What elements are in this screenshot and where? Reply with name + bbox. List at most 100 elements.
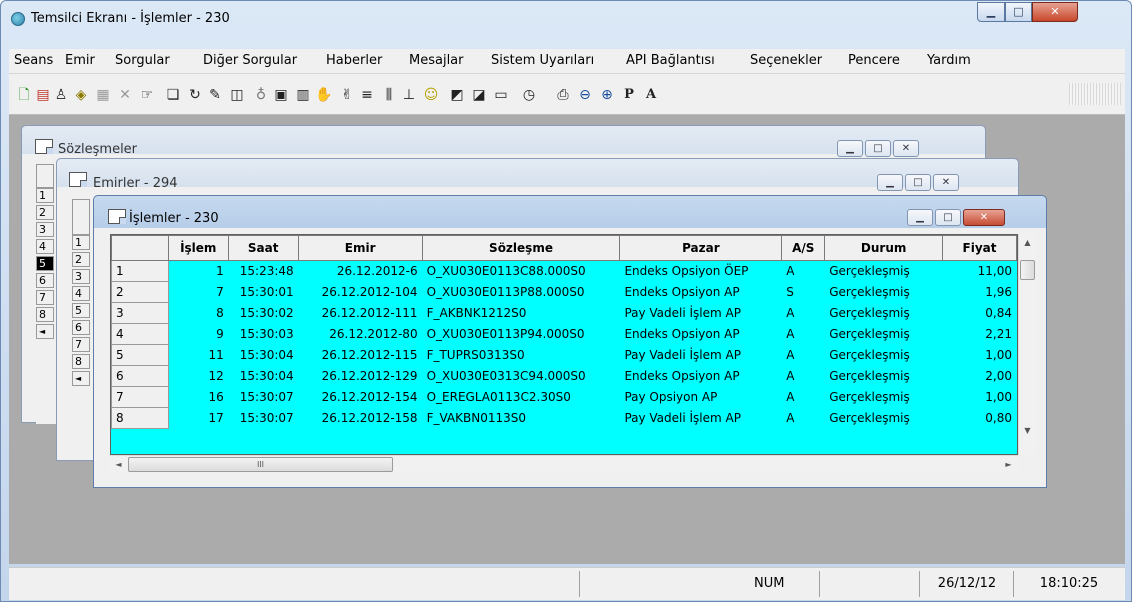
table-cell[interactable]: 15:30:01 — [228, 282, 298, 303]
table-cell[interactable]: 15:30:07 — [228, 408, 298, 429]
row-number[interactable]: 3 — [72, 269, 90, 284]
islemler-close-button[interactable]: ✕ — [963, 209, 1005, 226]
row-header[interactable]: 3 — [111, 302, 169, 324]
analysis-icon[interactable]: ◩ — [449, 87, 465, 103]
table-cell[interactable]: Gerçekleşmiş — [825, 345, 943, 366]
emirler-maximize-button[interactable]: □ — [905, 174, 931, 191]
rotate-icon[interactable]: ↻ — [187, 87, 203, 103]
minimize-button[interactable]: ▁ — [977, 2, 1005, 22]
islemler-maximize-button[interactable]: □ — [935, 209, 961, 226]
table-cell[interactable]: Pay Vadeli İşlem AP — [620, 408, 782, 429]
column-header[interactable]: A/S — [781, 235, 826, 261]
clock-icon[interactable]: ◷ — [521, 87, 537, 103]
a-icon[interactable]: A — [643, 87, 659, 103]
menu-mesajlar[interactable]: Mesajlar — [409, 53, 464, 68]
menu-emir[interactable]: Emir — [65, 53, 95, 68]
zoom-out-icon[interactable]: ⊖ — [577, 87, 593, 103]
table-cell[interactable]: Gerçekleşmiş — [825, 261, 943, 282]
columns-icon[interactable]: ⫼ — [381, 87, 397, 103]
table-cell[interactable]: F_TUPRS0313S0 — [422, 345, 620, 366]
close-button[interactable]: ✕ — [1032, 2, 1078, 22]
row-header[interactable]: 1 — [111, 260, 169, 282]
table-cell[interactable]: 0,84 — [943, 303, 1017, 324]
table-row[interactable]: 1 1 15:23:48 26.12.2012-6 O_XU030E0113C88.00… — [111, 260, 1017, 282]
table-cell[interactable]: F_VAKBN0113S0 — [422, 408, 620, 429]
bar-icon[interactable]: ⊥ — [401, 87, 417, 103]
table-cell[interactable]: 26.12.2012-6 — [298, 261, 422, 282]
sozlesmeler-close-button[interactable]: ✕ — [893, 140, 919, 157]
table-cell[interactable]: Endeks Opsiyon ÖEP — [620, 261, 782, 282]
table-cell[interactable]: A — [782, 387, 825, 408]
window-icon[interactable]: ❏ — [165, 87, 181, 103]
menu-seans[interactable]: Seans — [14, 53, 53, 68]
table-cell[interactable]: Pay Vadeli İşlem AP — [620, 345, 782, 366]
table-cell[interactable]: O_XU030E0113P94.000S0 — [422, 324, 620, 345]
table-cell[interactable]: 26.12.2012-154 — [298, 387, 422, 408]
vertical-scroll-thumb[interactable] — [1020, 260, 1035, 280]
menu-sistem-uyarilari[interactable]: Sistem Uyarıları — [491, 53, 594, 68]
column-header[interactable]: Fiyat — [942, 235, 1017, 261]
column-header[interactable]: Sözleşme — [421, 235, 621, 261]
table-row[interactable]: 2 7 15:30:01 26.12.2012-104 O_XU030E0113P88.… — [111, 281, 1017, 303]
smiley-icon[interactable]: ☺ — [423, 87, 439, 103]
table-cell[interactable]: Gerçekleşmiş — [825, 324, 943, 345]
table-cell[interactable]: O_EREGLA0113C2.30S0 — [422, 387, 620, 408]
table-cell[interactable]: Endeks Opsiyon AP — [620, 366, 782, 387]
menu-pencere[interactable]: Pencere — [848, 53, 900, 68]
row-number[interactable]: 7 — [72, 337, 90, 352]
row-number-selected[interactable]: 5 — [36, 256, 54, 271]
menu-secenekler[interactable]: Seçenekler — [750, 53, 822, 68]
table-row[interactable]: 6 12 15:30:04 26.12.2012-129 O_XU030E0313C94… — [111, 365, 1017, 387]
row-header[interactable]: 4 — [111, 323, 169, 345]
islemler-minimize-button[interactable]: ▁ — [907, 209, 933, 226]
table-cell[interactable]: 26.12.2012-115 — [298, 345, 422, 366]
scroll-right-arrow[interactable]: ► — [1000, 456, 1017, 473]
column-header[interactable]: İşlem — [167, 235, 229, 261]
table-cell[interactable]: 26.12.2012-158 — [298, 408, 422, 429]
table-cell[interactable]: F_AKBNK1212S0 — [422, 303, 620, 324]
table-row[interactable]: 7 16 15:30:07 26.12.2012-154 O_EREGLA0113C2.… — [111, 386, 1017, 408]
table-row[interactable]: 8 17 15:30:07 26.12.2012-158 F_VAKBN0113S0 Pa… — [111, 407, 1017, 429]
table-cell[interactable]: 0,80 — [943, 408, 1017, 429]
title-bar[interactable]: Temsilci Ekranı - İşlemler - 230 ▁ □ ✕ — [1, 1, 1131, 41]
table-cell[interactable]: 15:30:04 — [228, 366, 298, 387]
table-cell[interactable]: 8 — [168, 303, 228, 324]
table-cell[interactable]: 16 — [168, 387, 228, 408]
emirler-minimize-button[interactable]: ▁ — [877, 174, 903, 191]
hand-icon[interactable]: ✌ — [339, 87, 355, 103]
horizontal-scroll-thumb[interactable]: III — [128, 457, 393, 472]
table-cell[interactable]: 1 — [168, 261, 228, 282]
doc-red-icon[interactable]: ▤ — [35, 87, 51, 103]
row-number[interactable]: 3 — [36, 222, 54, 237]
table-cell[interactable]: 1,96 — [943, 282, 1017, 303]
scroll-left-arrow[interactable]: ◄ — [72, 371, 90, 386]
column-header[interactable]: Emir — [297, 235, 423, 261]
table-cell[interactable]: A — [782, 366, 825, 387]
table-cell[interactable]: O_XU030E0113C88.000S0 — [422, 261, 620, 282]
table-cell[interactable]: Gerçekleşmiş — [825, 387, 943, 408]
analysis2-icon[interactable]: ◪ — [471, 87, 487, 103]
menu-api-baglantisi[interactable]: API Bağlantısı — [626, 53, 715, 68]
menu-haberler[interactable]: Haberler — [326, 53, 382, 68]
row-header[interactable]: 2 — [111, 281, 169, 303]
row-number[interactable]: 1 — [36, 188, 54, 203]
new-doc-icon[interactable]: 🗋 — [16, 87, 32, 103]
handshake-icon[interactable]: ✋ — [315, 87, 332, 103]
table-cell[interactable]: 11 — [168, 345, 228, 366]
table-cell[interactable]: Endeks Opsiyon AP — [620, 324, 782, 345]
properties-icon[interactable]: ▦ — [95, 87, 111, 103]
horizontal-scrollbar[interactable]: ◄ III ► — [110, 455, 1018, 473]
table-cell[interactable]: O_XU030E0313C94.000S0 — [422, 366, 620, 387]
sozlesmeler-minimize-button[interactable]: ▁ — [837, 140, 863, 157]
table-cell[interactable]: 15:30:07 — [228, 387, 298, 408]
table-cell[interactable]: 15:30:02 — [228, 303, 298, 324]
table-cell[interactable]: 7 — [168, 282, 228, 303]
table-cell[interactable]: Gerçekleşmiş — [825, 282, 943, 303]
person-icon[interactable]: ♙ — [53, 87, 69, 103]
column-header[interactable]: Durum — [824, 235, 944, 261]
table-cell[interactable]: 2,00 — [943, 366, 1017, 387]
chart-icon[interactable]: ▣ — [273, 87, 289, 103]
table-cell[interactable]: Endeks Opsiyon AP — [620, 282, 782, 303]
table-row[interactable]: 4 9 15:30:03 26.12.2012-80 O_XU030E0113P94.0… — [111, 323, 1017, 345]
delete-icon[interactable]: ✕ — [117, 87, 133, 103]
